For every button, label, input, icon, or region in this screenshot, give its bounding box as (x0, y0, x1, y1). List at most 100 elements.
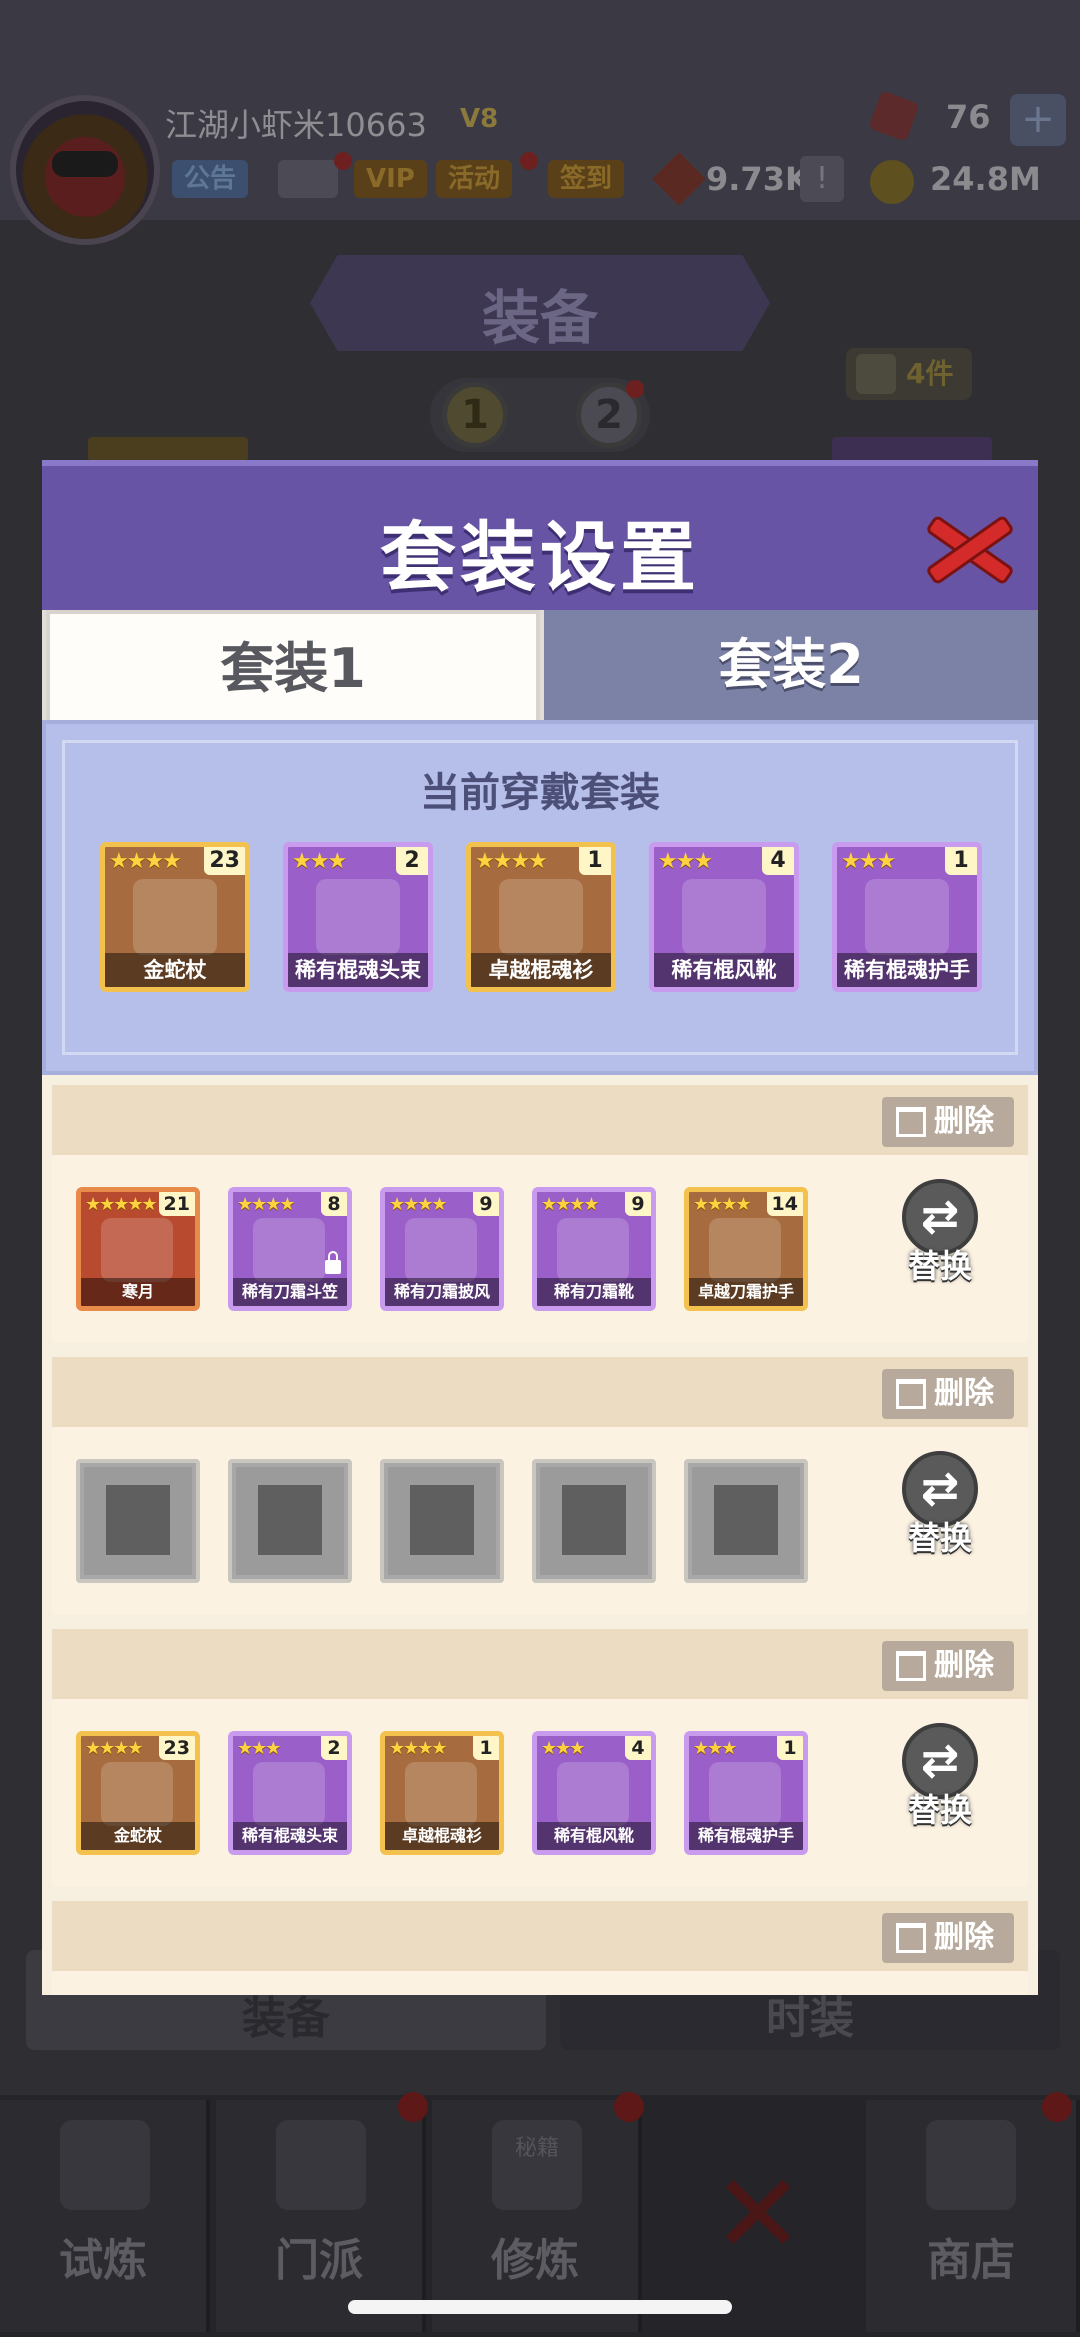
equipment-item-card[interactable]: ★★★ 2 稀有棍魂头束 (283, 842, 433, 992)
notice-button[interactable]: 公告 (172, 160, 249, 198)
trash-icon (896, 1923, 926, 1953)
empty-equipment-slot[interactable] (380, 1459, 504, 1583)
equipment-item-card[interactable]: ★★★★ 9 稀有刀霜靴 (532, 1187, 656, 1311)
replace-set-button[interactable]: 替换 (892, 1723, 988, 1833)
equipment-item-card[interactable]: ★★★★★ 21 寒月 (76, 1187, 200, 1311)
set-settings-dialog: 套装设置 套装1 套装2 当前穿戴套装 ★★★★ 23 金蛇杖 ★★★ 2 稀有棍魂头束 ★… (42, 460, 1038, 1995)
sword-cross-icon[interactable]: ✕ (712, 2150, 804, 2278)
delete-set-button[interactable]: 删除 (882, 1369, 1014, 1419)
trash-icon (896, 1107, 926, 1137)
item-name: 稀有刀霜披风 (385, 1278, 499, 1306)
delete-set-button[interactable]: 删除 (882, 1641, 1014, 1691)
player-avatar[interactable] (10, 95, 160, 245)
equipment-item-card[interactable]: ★★★★ 14 卓越刀霜护手 (684, 1187, 808, 1311)
ticket-count: 9.73K (706, 160, 810, 198)
tab-set-1[interactable]: 套装1 (46, 610, 540, 720)
equipment-count-badge[interactable]: 4件 (846, 348, 972, 400)
star-rating: ★★★ (541, 1738, 585, 1759)
item-name: 卓越棍魂衫 (385, 1822, 499, 1850)
signin-button[interactable]: 签到 (548, 160, 625, 198)
saved-set-items: ★★★★★ 21 寒月 ★★★★ 8 稀有刀霜斗笠 ★★★★ 9 稀有刀霜披风 ★★★★ 9 稀有刀霜… (76, 1187, 876, 1315)
item-name: 稀有刀霜斗笠 (233, 1278, 347, 1306)
item-name: 金蛇杖 (81, 1822, 195, 1850)
saved-set-header: 删除 (52, 1901, 1028, 1971)
item-level-badge: 4 (625, 1736, 651, 1760)
item-name: 稀有棍魂头束 (288, 953, 428, 987)
item-level-badge: 1 (777, 1736, 803, 1760)
weapon-slot-icon (106, 1485, 170, 1555)
replace-label: 替换 (907, 1519, 972, 1557)
equipment-art-icon (709, 1218, 781, 1282)
activity-button[interactable]: 活动 (436, 160, 513, 198)
delete-label: 删除 (934, 1648, 994, 1683)
equipment-item-card[interactable]: ★★★★ 23 金蛇杖 (76, 1731, 200, 1855)
saved-sets-list[interactable]: 删除 ★★★★★ 21 寒月 ★★★★ 8 稀有刀霜斗笠 ★★★★ 9 稀有刀霜披风 ★★★★ 9 稀有… (42, 1075, 1038, 1995)
trash-icon (896, 1651, 926, 1681)
star-rating: ★★★ (841, 849, 896, 874)
equipment-item-card[interactable]: ★★★★ 8 稀有刀霜斗笠 (228, 1187, 352, 1311)
ninja-icon (60, 2120, 150, 2210)
vip-level-badge: V8 (460, 104, 499, 134)
tab-set-2[interactable]: 套装2 (544, 610, 1038, 720)
page-1-button[interactable]: 1 (442, 382, 508, 448)
replace-set-button[interactable]: 替换 (892, 1451, 988, 1561)
gloves-slot-icon (714, 1485, 778, 1555)
empty-equipment-slot[interactable] (532, 1459, 656, 1583)
equipment-item-card[interactable]: ★★★ 4 稀有棍风靴 (532, 1731, 656, 1855)
replace-label: 替换 (907, 1247, 972, 1285)
empty-equipment-slot[interactable] (684, 1459, 808, 1583)
saved-set-row: 删除 ★★★★★ 21 寒月 ★★★★ 8 稀有刀霜斗笠 ★★★★ 9 稀有刀霜披风 ★★★★ 9 稀有… (52, 1085, 1028, 1343)
star-rating: ★★★ (292, 849, 347, 874)
equipment-item-card[interactable]: ★★★ 4 稀有棍风靴 (649, 842, 799, 992)
mail-icon[interactable] (278, 160, 338, 198)
add-gems-button[interactable]: + (1010, 94, 1066, 146)
nav-cultivate-label: 修炼 (491, 2235, 579, 2286)
info-button[interactable]: ! (800, 156, 844, 202)
page-2-red-dot (626, 380, 644, 398)
helmet-slot-icon (258, 1485, 322, 1555)
nav-sect[interactable]: 门派 (216, 2092, 428, 2332)
star-rating: ★★★ (658, 849, 713, 874)
item-level-badge: 2 (321, 1736, 347, 1760)
delete-set-button[interactable]: 删除 (882, 1913, 1014, 1963)
item-level-badge: 23 (204, 847, 245, 875)
item-name: 稀有棍魂护手 (837, 953, 977, 987)
empty-equipment-slot[interactable] (76, 1459, 200, 1583)
mail-red-dot (334, 152, 352, 170)
item-level-badge: 14 (766, 1192, 803, 1216)
saved-set-header: 删除 (52, 1085, 1028, 1155)
item-level-badge: 9 (473, 1192, 499, 1216)
current-set-panel: 当前穿戴套装 ★★★★ 23 金蛇杖 ★★★ 2 稀有棍魂头束 ★★★★ 1 卓越棍魂衫 ★★★ 4… (42, 720, 1038, 1075)
delete-set-button[interactable]: 删除 (882, 1097, 1014, 1147)
current-set-items: ★★★★ 23 金蛇杖 ★★★ 2 稀有棍魂头束 ★★★★ 1 卓越棍魂衫 ★★★ 4 稀有棍风靴 ★★… (100, 842, 1000, 996)
equipment-art-icon (405, 1218, 477, 1282)
nav-cultivate[interactable]: 秘籍 修炼 (432, 2092, 644, 2332)
home-indicator[interactable] (348, 2300, 732, 2314)
equipment-art-icon (557, 1218, 629, 1282)
equipment-item-card[interactable]: ★★★★ 9 稀有刀霜披风 (380, 1187, 504, 1311)
empty-equipment-slot[interactable] (228, 1459, 352, 1583)
star-rating: ★★★★★ (85, 1194, 158, 1215)
star-rating: ★★★ (237, 1738, 281, 1759)
item-level-badge: 1 (473, 1736, 499, 1760)
player-name: 江湖小虾米10663 (165, 106, 427, 144)
equipment-item-card[interactable]: ★★★ 2 稀有棍魂头束 (228, 1731, 352, 1855)
nav-cultivate-red-dot (614, 2092, 644, 2122)
close-icon[interactable] (922, 502, 1016, 592)
equipment-item-card[interactable]: ★★★ 1 稀有棍魂护手 (832, 842, 982, 992)
activity-red-dot (520, 152, 538, 170)
saved-set-header: 删除 (52, 1357, 1028, 1427)
item-level-badge: 9 (625, 1192, 651, 1216)
nav-trial[interactable]: 试炼 (0, 2100, 210, 2332)
vip-button[interactable]: VIP (354, 160, 427, 198)
equipment-art-icon (253, 1218, 325, 1282)
equipment-item-card[interactable]: ★★★★ 1 卓越棍魂衫 (380, 1731, 504, 1855)
nav-shop[interactable]: 商店 (866, 2092, 1080, 2332)
shop-icon (926, 2120, 1016, 2210)
equipment-item-card[interactable]: ★★★ 1 稀有棍魂护手 (684, 1731, 808, 1855)
equipment-item-card[interactable]: ★★★★ 23 金蛇杖 (100, 842, 250, 992)
equipment-item-card[interactable]: ★★★★ 1 卓越棍魂衫 (466, 842, 616, 992)
item-name: 金蛇杖 (105, 953, 245, 987)
equipment-art-icon (101, 1762, 173, 1826)
replace-set-button[interactable]: 替换 (892, 1179, 988, 1289)
